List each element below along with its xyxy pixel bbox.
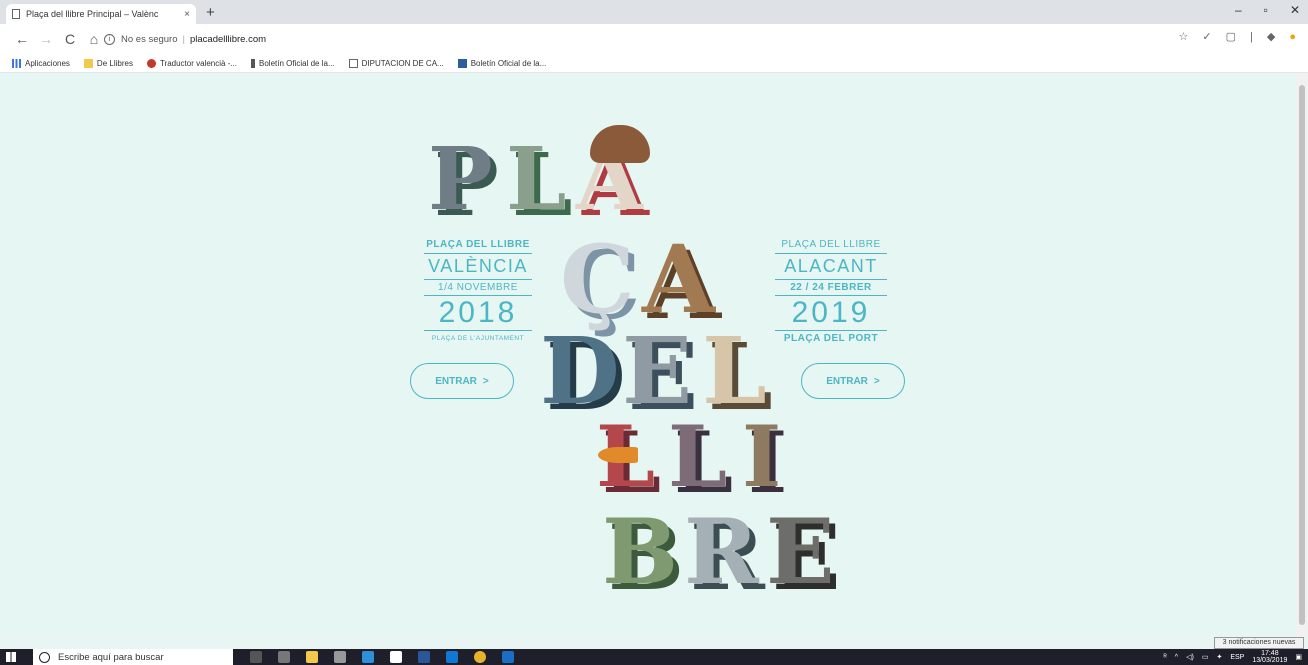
taskbar-clock[interactable]: 17:48 13/03/2019 bbox=[1252, 650, 1287, 664]
chevron-up-icon[interactable]: ^ bbox=[1175, 654, 1178, 661]
bookmark-label: De Llibres bbox=[96, 58, 133, 68]
people-icon[interactable]: ᴿ bbox=[1164, 654, 1167, 661]
logo-letter-L4: L bbox=[668, 407, 728, 506]
file-icon bbox=[348, 58, 358, 68]
windows-taskbar: Escribe aquí para buscar ᴿ ^ ◁) ▭ ✦ ESP … bbox=[0, 649, 1308, 665]
page-content: PLAÇA DEL LLIBRE VALÈNCIA 1/4 NOVEMBRE 2… bbox=[0, 73, 1296, 637]
extension-icon[interactable]: ▢ bbox=[1226, 30, 1236, 43]
notification-tooltip: 3 notificaciones nuevas bbox=[1214, 637, 1304, 649]
bookmarks-bar: Aplicaciones De Llibres Traductor valenc… bbox=[0, 54, 1308, 73]
task-view-icon[interactable] bbox=[278, 651, 290, 663]
file-explorer-icon[interactable] bbox=[306, 651, 318, 663]
tab-title: Plaça del llibre Principal – Valènc bbox=[26, 9, 159, 19]
microphone-icon[interactable] bbox=[250, 651, 262, 663]
bookmark-label: DIPUTACION DE CA... bbox=[361, 58, 444, 68]
star-icon[interactable]: ☆ bbox=[1179, 30, 1189, 43]
logo-letter-E: E bbox=[622, 317, 693, 425]
logo-letter-E2: E bbox=[766, 499, 835, 605]
browser-toolbar: ← → C ⌂ i No es seguro | placadelllibre.… bbox=[0, 24, 1308, 54]
minimize-button[interactable]: – bbox=[1235, 3, 1242, 17]
start-button[interactable] bbox=[0, 649, 22, 665]
home-icon[interactable]: ⌂ bbox=[82, 31, 106, 47]
taskbar-search[interactable]: Escribe aquí para buscar bbox=[33, 649, 233, 665]
action-center-icon[interactable]: ▣ bbox=[1295, 653, 1302, 661]
toolbar-right-icons: ☆ ✓ ▢ | ◆ ● bbox=[1179, 30, 1296, 44]
chrome-icon[interactable] bbox=[474, 651, 486, 663]
calculator-icon[interactable] bbox=[334, 651, 346, 663]
sv-logo-icon bbox=[146, 58, 156, 68]
separator-icon: | bbox=[1250, 30, 1253, 43]
logo-letter-D: D bbox=[540, 317, 620, 425]
logo-letter-P: P bbox=[428, 129, 493, 230]
search-placeholder: Escribe aquí para buscar bbox=[58, 651, 164, 663]
check-icon[interactable]: ✓ bbox=[1202, 30, 1211, 43]
logo-letter-L: L bbox=[506, 129, 567, 230]
language-indicator[interactable]: ESP bbox=[1230, 654, 1244, 661]
bookmark-traductor[interactable]: Traductor valencià -... bbox=[146, 58, 238, 68]
logo-letter-R: R bbox=[684, 499, 759, 605]
tab-strip: Plaça del llibre Principal – Valènc × + … bbox=[0, 0, 1308, 24]
page-scrollbar[interactable] bbox=[1296, 73, 1308, 637]
bookmark-diputacion[interactable]: DIPUTACION DE CA... bbox=[348, 58, 444, 68]
pin-icon bbox=[251, 58, 256, 68]
outlook-icon[interactable] bbox=[446, 651, 458, 663]
placa-del-llibre-logo: P L A Ç A D E L L L I B R E bbox=[420, 125, 900, 605]
word-icon[interactable] bbox=[418, 651, 430, 663]
scrollbar-thumb[interactable] bbox=[1299, 85, 1305, 625]
security-shield-icon[interactable]: ✦ bbox=[1216, 653, 1222, 661]
address-bar[interactable]: i No es seguro | placadelllibre.com bbox=[104, 29, 1164, 49]
bookmark-boletin-1[interactable]: Boletín Oficial de la... bbox=[251, 58, 335, 68]
apps-grid-icon bbox=[12, 58, 21, 68]
bookmark-label: Traductor valencià -... bbox=[159, 58, 238, 68]
page-icon bbox=[12, 9, 20, 19]
mail-icon[interactable] bbox=[390, 651, 402, 663]
forward-arrow-icon[interactable]: → bbox=[34, 31, 58, 47]
close-tab-icon[interactable]: × bbox=[184, 9, 190, 20]
clock-time: 17:48 bbox=[1261, 650, 1279, 657]
network-icon[interactable]: ▭ bbox=[1202, 653, 1209, 661]
bookmark-de-llibres[interactable]: De Llibres bbox=[83, 58, 133, 68]
window-controls: – ▫ ✕ bbox=[1235, 3, 1300, 17]
bookmark-apps[interactable]: Aplicaciones bbox=[12, 58, 70, 68]
bookmark-boletin-2[interactable]: Boletín Oficial de la... bbox=[457, 58, 547, 68]
bookmark-label: Boletín Oficial de la... bbox=[470, 58, 547, 68]
close-window-button[interactable]: ✕ bbox=[1290, 3, 1300, 17]
logo-letter-L2: L bbox=[702, 317, 767, 425]
logo-letter-B: B bbox=[602, 499, 679, 605]
url-text[interactable]: placadelllibre.com bbox=[190, 34, 266, 45]
new-tab-button[interactable]: + bbox=[206, 4, 215, 22]
maximize-button[interactable]: ▫ bbox=[1264, 3, 1268, 17]
toucan-figure bbox=[598, 447, 638, 463]
folder-icon bbox=[83, 58, 93, 68]
edge-icon[interactable] bbox=[362, 651, 374, 663]
bo-logo-icon bbox=[457, 58, 467, 68]
clock-date: 13/03/2019 bbox=[1252, 657, 1288, 664]
browser-chrome: Plaça del llibre Principal – Valènc × + … bbox=[0, 0, 1308, 73]
system-tray: ᴿ ^ ◁) ▭ ✦ ESP 17:48 13/03/2019 ▣ bbox=[1164, 649, 1302, 665]
logo-letter-C-cedilla: Ç bbox=[560, 225, 635, 335]
security-label: No es seguro bbox=[121, 33, 178, 45]
reload-icon[interactable]: C bbox=[58, 31, 82, 47]
profile-alert-icon[interactable]: ● bbox=[1289, 31, 1296, 43]
taskbar-apps bbox=[250, 651, 514, 663]
back-arrow-icon[interactable]: ← bbox=[10, 31, 34, 47]
logo-letter-A2: A bbox=[642, 225, 715, 335]
cortana-icon bbox=[39, 651, 50, 663]
windows-logo-icon bbox=[6, 652, 16, 662]
info-icon[interactable]: i bbox=[104, 33, 115, 45]
bookmark-label: Aplicaciones bbox=[25, 58, 70, 68]
outlook-alt-icon[interactable] bbox=[502, 651, 514, 663]
volume-icon[interactable]: ◁) bbox=[1186, 653, 1194, 661]
bookmark-label: Boletín Oficial de la... bbox=[259, 58, 335, 68]
browser-tab[interactable]: Plaça del llibre Principal – Valènc × bbox=[6, 4, 196, 24]
logo-letter-I: I bbox=[742, 407, 782, 506]
puzzle-icon[interactable]: ◆ bbox=[1267, 30, 1275, 43]
address-separator: | bbox=[182, 33, 185, 45]
